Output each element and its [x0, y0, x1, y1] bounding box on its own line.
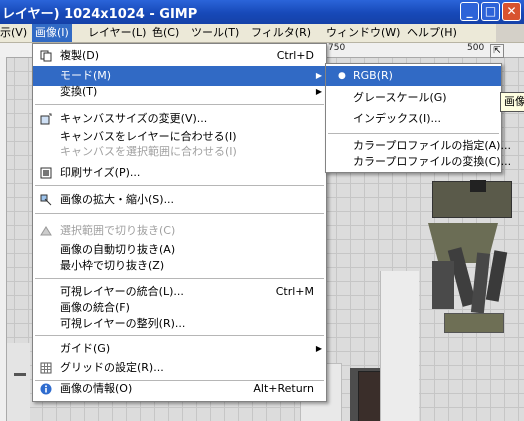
submenu-arrow-icon: ▶ [315, 87, 322, 96]
texture-part [432, 261, 454, 309]
info-icon [40, 383, 52, 395]
crop-icon [40, 226, 52, 236]
menu-item-configure-grid[interactable]: グリッドの設定(R)... [33, 358, 326, 378]
menu-item-rgb[interactable]: ● RGB(R) [326, 66, 501, 86]
menu-item-indexed[interactable]: インデックス(I)... [326, 109, 501, 129]
mode-submenu: ● RGB(R) グレースケール(G) インデックス(I)... カラープロファ… [325, 63, 511, 173]
menu-item-guides[interactable]: ガイド(G) ▶ [33, 339, 326, 359]
submenu-arrow-icon: ▶ [315, 344, 322, 353]
menu-tools[interactable]: ツール(T) [188, 24, 242, 42]
menubar-grip [496, 24, 524, 42]
texture-part [470, 180, 486, 192]
maximize-button[interactable]: □ [481, 2, 500, 21]
menu-item-scale-image[interactable]: 画像の拡大・縮小(S)... [33, 190, 326, 210]
print-size-icon [40, 167, 52, 179]
tooltip: 画像 [500, 92, 524, 112]
menu-item-fit-canvas-selection[interactable]: キャンバスを選択範囲に合わせる(I) [33, 142, 326, 162]
menu-item-transform[interactable]: 変換(T) ▶ [33, 82, 326, 102]
close-button[interactable]: ✕ [502, 2, 521, 21]
menu-item-grayscale[interactable]: グレースケール(G) [326, 88, 501, 108]
texture-part [14, 373, 26, 376]
menu-filters[interactable]: フィルタ(R) [248, 24, 314, 42]
texture-part [380, 271, 419, 421]
grid-icon [40, 362, 52, 374]
menu-item-print-size[interactable]: 印刷サイズ(P)... [33, 163, 326, 183]
menu-windows[interactable]: ウィンドウ(W) [323, 24, 403, 42]
menu-separator [35, 185, 324, 186]
menu-item-duplicate[interactable]: 複製(D) Ctrl+D [33, 46, 326, 66]
menu-item-zealous-crop[interactable]: 最小枠で切り抜き(Z) [33, 256, 326, 276]
menu-separator [35, 335, 324, 336]
menu-colors[interactable]: 色(C) [149, 24, 182, 42]
image-menu: 複製(D) Ctrl+D モード(M) ▶ 変換(T) ▶ キャンバスサイズの変… [32, 43, 327, 402]
title-bar: レイヤー) 1024x1024 - GIMP _ □ ✕ [0, 0, 524, 24]
menu-item-image-properties[interactable]: 画像の情報(O) Alt+Return [33, 379, 326, 399]
zoom-fit-icon[interactable]: ⇱ [490, 44, 504, 58]
canvas-size-icon [40, 113, 52, 125]
menu-item-align-layers[interactable]: 可視レイヤーの整列(R)... [33, 314, 326, 334]
duplicate-icon [40, 50, 52, 62]
minimize-button[interactable]: _ [460, 2, 479, 21]
menu-layer[interactable]: レイヤー(L) [85, 24, 149, 42]
texture-part [444, 313, 504, 333]
scale-image-icon [40, 194, 52, 206]
ruler-label: 750 [328, 43, 346, 53]
menu-separator [35, 104, 324, 105]
menu-separator [35, 278, 324, 279]
menu-item-canvas-size[interactable]: キャンバスサイズの変更(V)... [33, 109, 326, 129]
vertical-ruler [0, 57, 7, 421]
menu-view[interactable]: 示(V) [0, 24, 30, 42]
menu-help[interactable]: ヘルプ(H) [404, 24, 460, 42]
menu-item-crop-to-selection[interactable]: 選択範囲で切り抜き(C) [33, 221, 326, 241]
window-title: レイヤー) 1024x1024 - GIMP [2, 7, 198, 22]
menu-separator [328, 133, 499, 134]
selected-radio-icon: ● [338, 71, 346, 81]
menu-bar: 示(V) 画像(I) レイヤー(L) 色(C) ツール(T) フィルタ(R) ウ… [0, 24, 524, 43]
menu-item-convert-profile[interactable]: カラープロファイルの変換(C)... [326, 152, 511, 172]
menu-separator [35, 213, 324, 214]
menu-image[interactable]: 画像(I) [32, 24, 72, 42]
ruler-label: 500 [467, 43, 485, 53]
